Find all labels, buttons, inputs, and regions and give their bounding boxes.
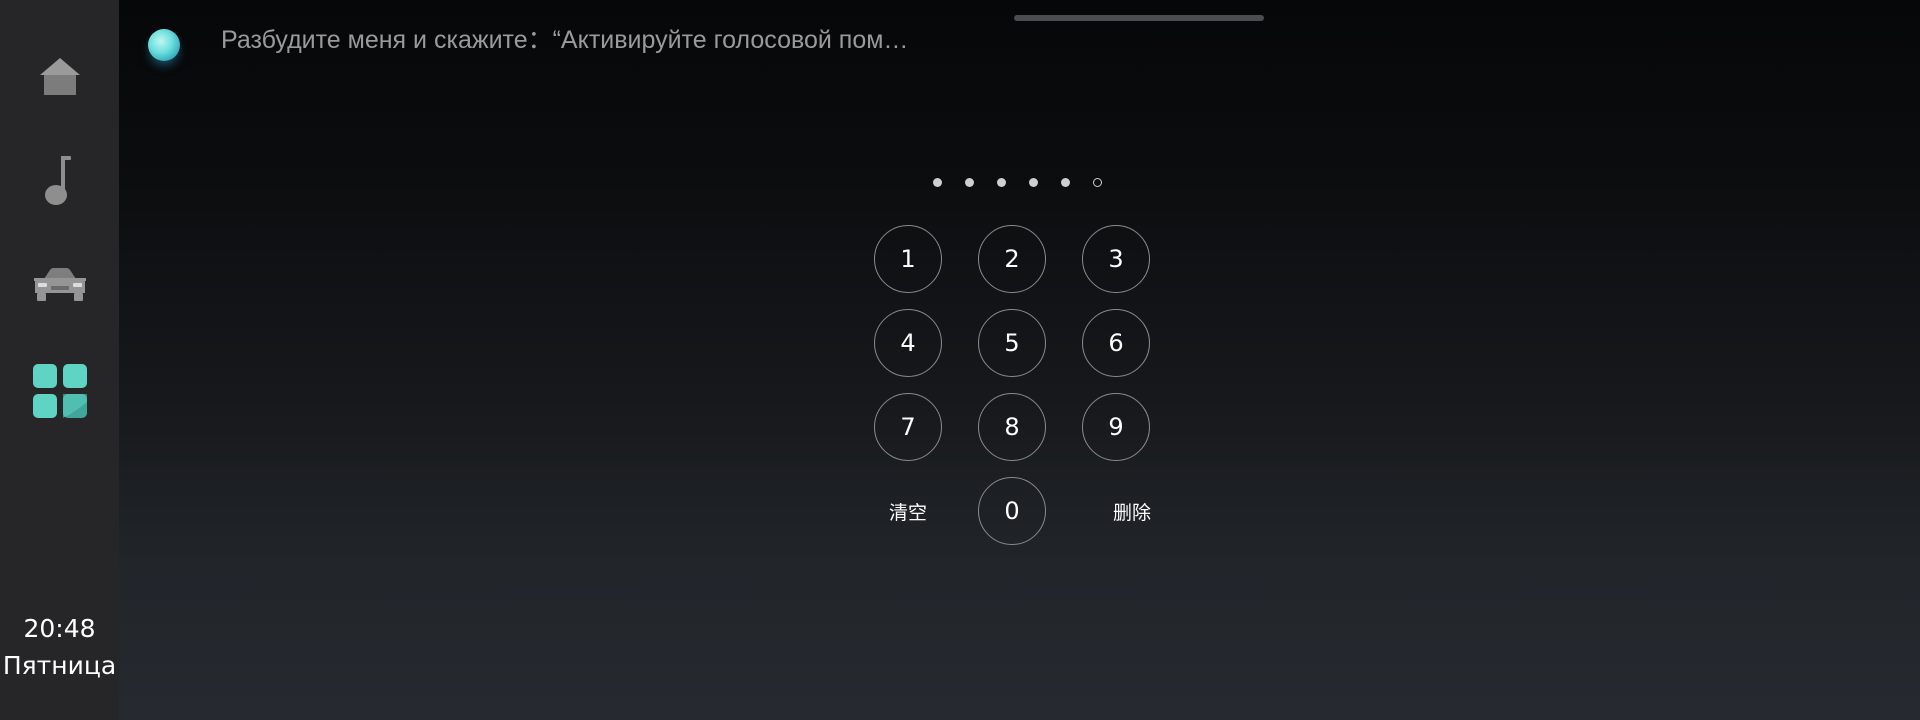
screen: 20:48 Пятница Разбудите меня и скажите：“… bbox=[0, 0, 1920, 720]
nav-home-button[interactable] bbox=[12, 37, 107, 117]
keypad-key-1[interactable]: 1 bbox=[874, 225, 942, 293]
nav-car-button[interactable] bbox=[12, 245, 107, 325]
keypad-key-3[interactable]: 3 bbox=[1082, 225, 1150, 293]
clock-time: 20:48 bbox=[23, 614, 96, 643]
car-icon bbox=[33, 265, 87, 305]
home-icon bbox=[38, 55, 82, 99]
clock-weekday: Пятница bbox=[2, 651, 117, 680]
keypad-key-5[interactable]: 5 bbox=[978, 309, 1046, 377]
sidebar: 20:48 Пятница bbox=[0, 0, 119, 720]
keypad-key-2[interactable]: 2 bbox=[978, 225, 1046, 293]
apps-grid-icon bbox=[32, 364, 87, 418]
notification-pull-handle[interactable] bbox=[1014, 15, 1264, 21]
keypad-key-4[interactable]: 4 bbox=[874, 309, 942, 377]
pin-dot bbox=[965, 178, 974, 187]
pin-dot bbox=[1029, 178, 1038, 187]
keypad-key-6[interactable]: 6 bbox=[1082, 309, 1150, 377]
nav-apps-button[interactable] bbox=[12, 351, 107, 431]
pin-dot bbox=[997, 178, 1006, 187]
music-note-icon bbox=[40, 154, 80, 206]
pin-dot bbox=[933, 178, 942, 187]
pin-dot bbox=[1061, 178, 1070, 187]
keypad-delete-button[interactable]: 删除 bbox=[1113, 499, 1151, 527]
keypad-key-9[interactable]: 9 bbox=[1082, 393, 1150, 461]
voice-assistant-orb-icon[interactable] bbox=[148, 29, 180, 61]
keypad-key-0[interactable]: 0 bbox=[978, 477, 1046, 545]
keypad-key-8[interactable]: 8 bbox=[978, 393, 1046, 461]
nav-music-button[interactable] bbox=[12, 140, 107, 220]
keypad-clear-button[interactable]: 清空 bbox=[889, 499, 927, 527]
pin-dot bbox=[1093, 178, 1102, 187]
keypad-key-7[interactable]: 7 bbox=[874, 393, 942, 461]
voice-assistant-hint: Разбудите меня и скажите：“Активируйте го… bbox=[221, 26, 909, 54]
